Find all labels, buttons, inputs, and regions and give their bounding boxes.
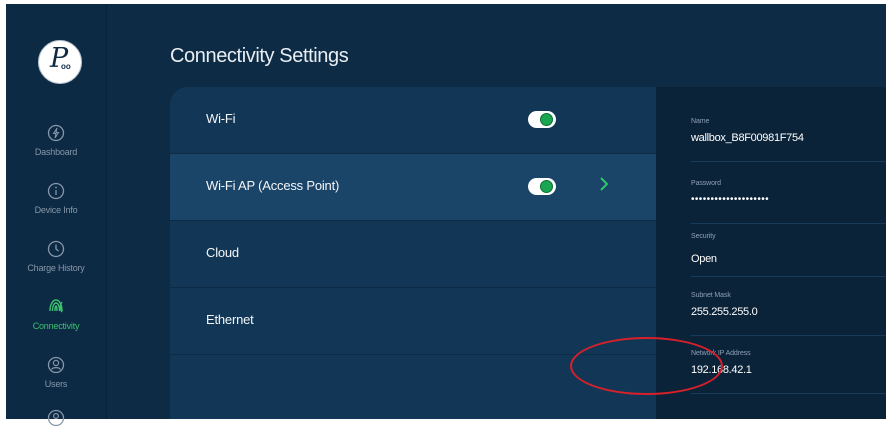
toggle-knob (540, 180, 553, 193)
sidebar-item-more[interactable] (6, 409, 106, 427)
list-item-label: Ethernet (206, 312, 254, 327)
name-field: Name wallbox_B8F00981F754 (691, 108, 886, 162)
sidebar-item-label: Connectivity (32, 321, 80, 331)
toggle-knob (540, 113, 553, 126)
sidebar-item-label: Device Info (34, 205, 78, 215)
list-item-label: Wi-Fi (206, 111, 236, 126)
wifi-ap-toggle[interactable] (528, 178, 556, 195)
app-window: Poo Dashboard Device Info Charge History (0, 0, 886, 427)
chevron-right-icon[interactable] (598, 174, 610, 194)
field-caption: Name (691, 118, 710, 125)
field-value: 255.255.255.0 (691, 306, 758, 318)
list-item-ethernet[interactable]: Ethernet (170, 288, 656, 355)
list-item-label: Wi-Fi AP (Access Point) (206, 178, 340, 193)
sidebar-item-device-info[interactable]: Device Info (6, 182, 106, 215)
list-item-wifi[interactable]: Wi-Fi (170, 87, 656, 154)
settings-icon (47, 409, 65, 427)
annotation-ellipse (570, 337, 723, 395)
field-value: Open (691, 253, 717, 265)
sidebar-item-dashboard[interactable]: Dashboard (6, 124, 106, 157)
user-icon (47, 356, 65, 374)
main-content: Connectivity Settings Wi-Fi Wi-Fi AP (Ac… (107, 4, 886, 419)
field-value: •••••••••••••••••••• (691, 194, 770, 205)
field-caption: Subnet Mask (691, 292, 731, 299)
list-item-cloud[interactable]: Cloud (170, 221, 656, 288)
password-field: Password •••••••••••••••••••• (691, 170, 886, 224)
list-item-label: Cloud (206, 245, 239, 260)
signal-icon (49, 299, 63, 313)
connectivity-panel: Wi-Fi Wi-Fi AP (Access Point) Cloud Ethe… (170, 87, 886, 419)
sidebar-item-label: Charge History (27, 263, 85, 273)
sidebar-item-label: Users (44, 379, 68, 389)
field-caption: Security (691, 233, 716, 240)
field-value: wallbox_B8F00981F754 (691, 132, 804, 144)
security-field: Security Open (691, 223, 886, 277)
wifi-toggle[interactable] (528, 111, 556, 128)
page-title: Connectivity Settings (170, 45, 349, 67)
clock-icon (47, 240, 65, 258)
brand-logo: Poo (36, 38, 84, 86)
field-caption: Password (691, 180, 721, 187)
sidebar-item-users[interactable]: Users (6, 356, 106, 389)
sidebar-item-charge-history[interactable]: Charge History (6, 240, 106, 273)
subnet-field: Subnet Mask 255.255.255.0 (691, 282, 886, 336)
info-icon (47, 182, 65, 200)
list-item-wifi-ap[interactable]: Wi-Fi AP (Access Point) (170, 154, 656, 221)
sidebar: Poo Dashboard Device Info Charge History (6, 4, 107, 427)
sidebar-item-label: Dashboard (34, 147, 78, 157)
sidebar-item-connectivity[interactable]: Connectivity (6, 298, 106, 331)
lightning-icon (47, 124, 65, 142)
